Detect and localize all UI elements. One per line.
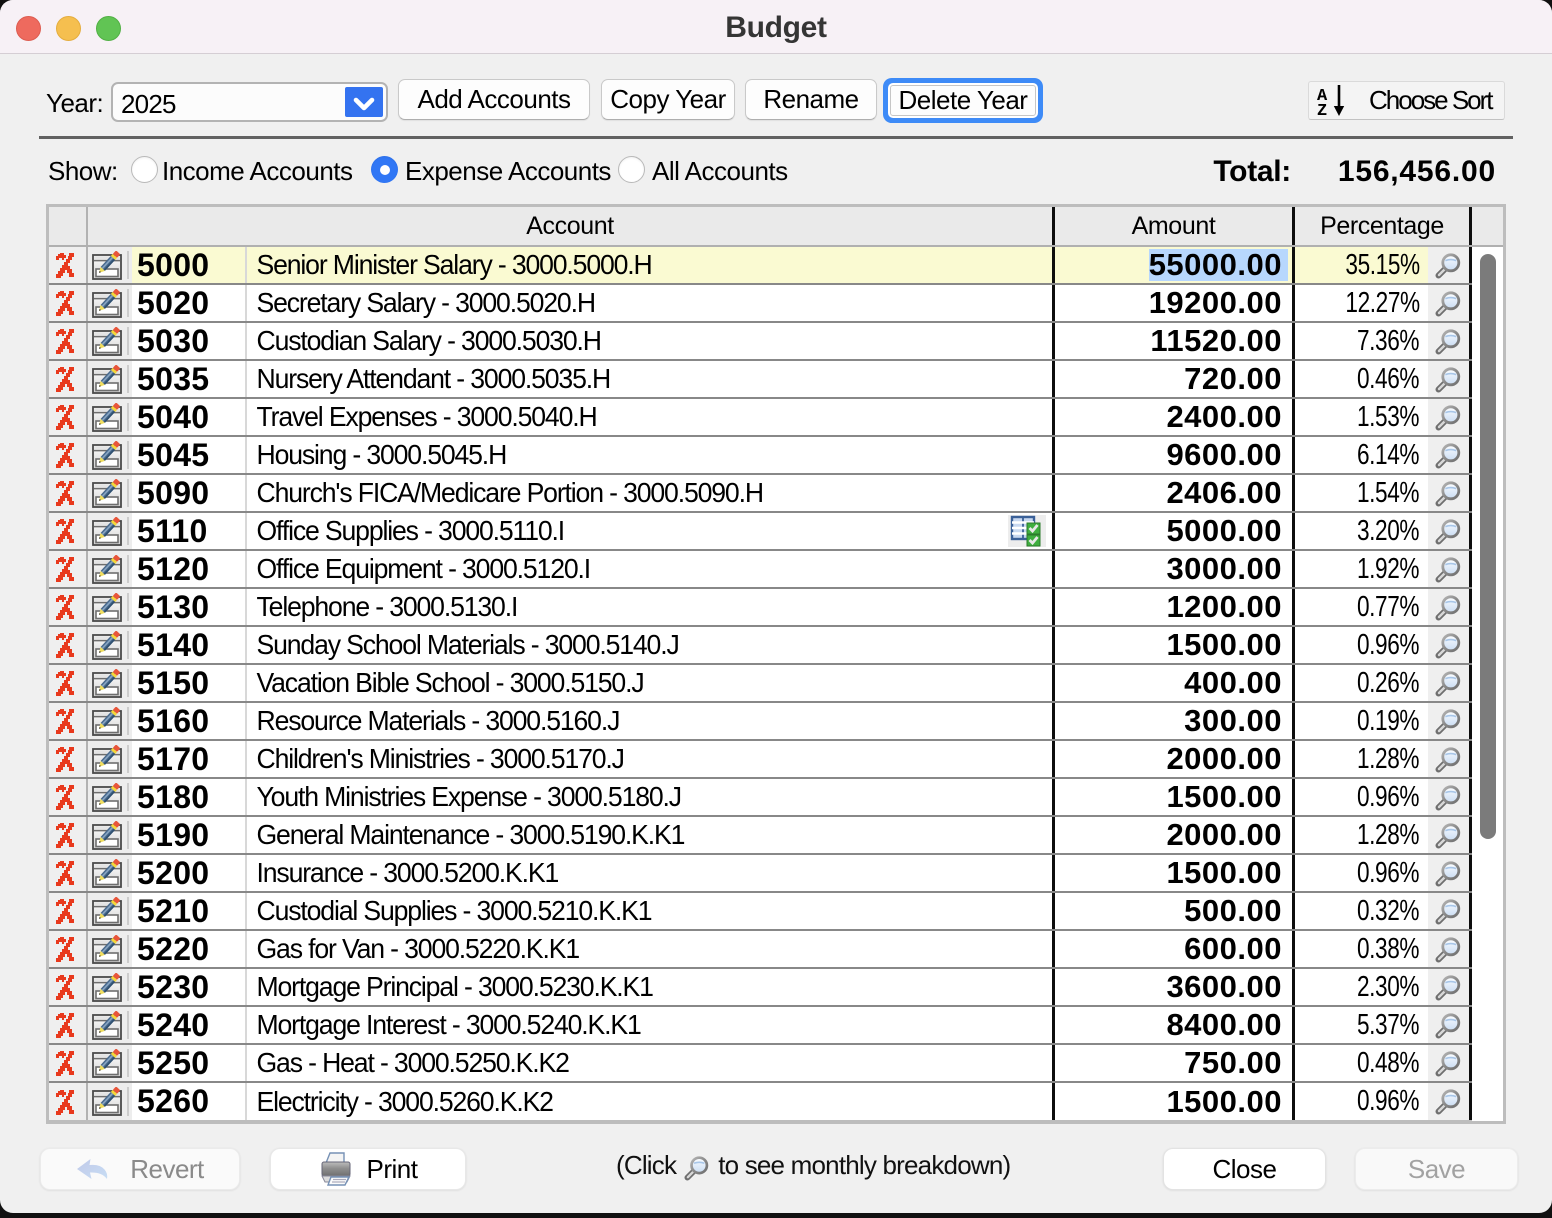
svg-text:Z: Z — [1317, 102, 1327, 119]
